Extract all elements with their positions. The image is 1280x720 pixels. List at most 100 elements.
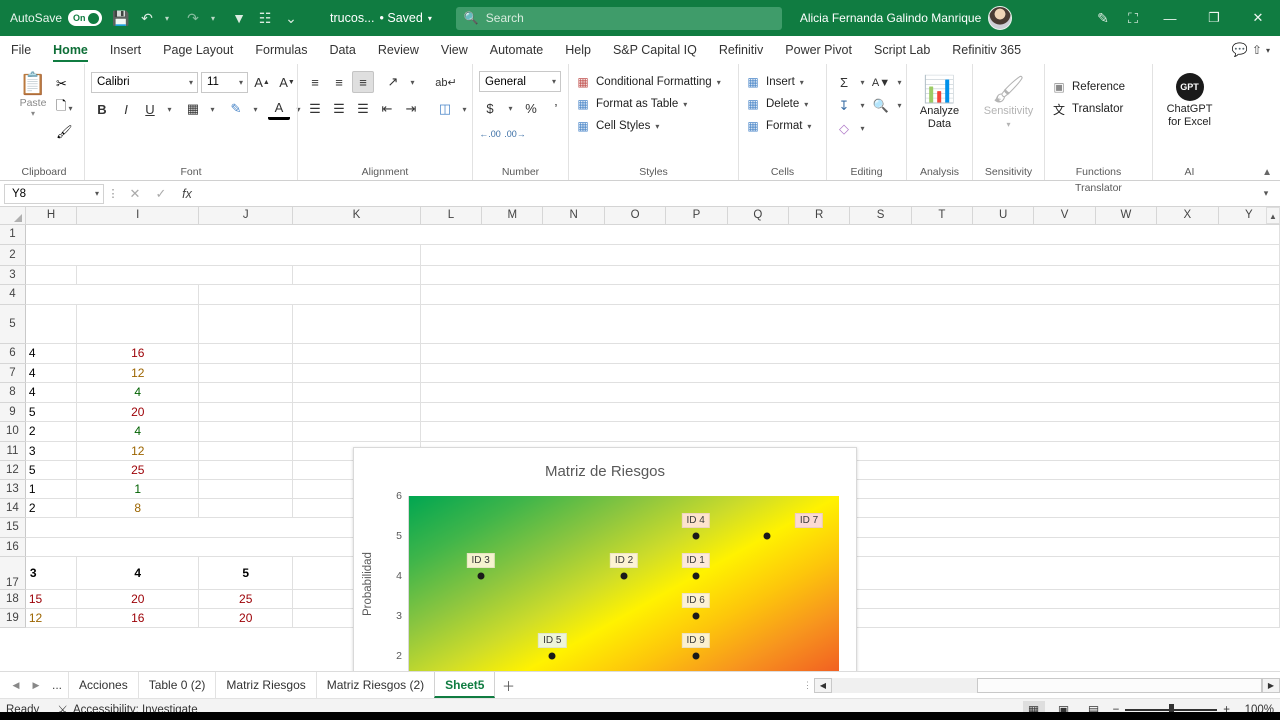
- tab-file[interactable]: File: [0, 36, 42, 64]
- cell-row6-rest[interactable]: [420, 343, 1279, 363]
- cell-J7[interactable]: [199, 363, 293, 382]
- align-middle-icon[interactable]: ≡: [328, 71, 350, 93]
- autosave-toggle[interactable]: On: [68, 10, 102, 26]
- column-header-S[interactable]: S: [850, 207, 911, 224]
- formula-bar-handle[interactable]: ⋮: [104, 187, 122, 200]
- borders-chevron-icon[interactable]: ▾: [206, 98, 219, 120]
- tab-view[interactable]: View: [430, 36, 479, 64]
- row-header-13[interactable]: 13: [0, 479, 25, 498]
- restore-button[interactable]: ❐: [1192, 0, 1236, 36]
- delete-cells-button[interactable]: ▦ Delete ▾: [745, 93, 808, 115]
- cell-I5[interactable]: Tipo de Riesgo (IxP): [77, 304, 199, 343]
- translator-button[interactable]: 文 Translator: [1051, 98, 1123, 120]
- cell-row5-rest[interactable]: [420, 304, 1279, 343]
- cell-H18[interactable]: 15: [25, 589, 76, 608]
- cell-J9[interactable]: [199, 402, 293, 421]
- column-header-O[interactable]: O: [604, 207, 665, 224]
- row-header-7[interactable]: 7: [0, 363, 25, 382]
- tab-insert[interactable]: Insert: [99, 36, 152, 64]
- sheet-overflow-button[interactable]: ...: [46, 678, 68, 692]
- row-header-18[interactable]: 18: [0, 589, 25, 608]
- row-header-8[interactable]: 8: [0, 382, 25, 402]
- name-box[interactable]: Y8 ▾: [4, 184, 104, 204]
- insert-function-icon[interactable]: fx: [174, 187, 200, 201]
- avatar[interactable]: [988, 6, 1012, 30]
- enter-formula-button[interactable]: ✓: [148, 186, 174, 202]
- cell-J4[interactable]: [199, 284, 420, 304]
- cell-I12[interactable]: 25: [77, 460, 199, 479]
- more-commands-icon[interactable]: ⌄: [278, 5, 304, 31]
- cell-H19[interactable]: 12: [25, 608, 76, 627]
- orientation-chevron-icon[interactable]: ▾: [406, 71, 419, 93]
- wrap-text-icon[interactable]: ab↵: [435, 71, 457, 93]
- row-header-17[interactable]: 17: [0, 556, 25, 589]
- increase-indent-icon[interactable]: ⇥: [400, 98, 422, 120]
- share-icon[interactable]: ⇧: [1252, 43, 1262, 57]
- currency-button[interactable]: $: [479, 97, 501, 119]
- cancel-formula-button[interactable]: ✕: [122, 186, 148, 202]
- cell-I10[interactable]: 4: [77, 421, 199, 441]
- column-header-P[interactable]: P: [666, 207, 727, 224]
- row-header-9[interactable]: 9: [0, 402, 25, 421]
- merge-center-icon[interactable]: ◫: [434, 98, 456, 120]
- tab-page-layout[interactable]: Page Layout: [152, 36, 244, 64]
- align-center-icon[interactable]: ☰: [328, 98, 350, 120]
- filter-icon[interactable]: ▼: [226, 5, 252, 31]
- increase-decimal-icon[interactable]: ←.00: [479, 123, 501, 145]
- cell-I13[interactable]: 1: [77, 479, 199, 498]
- cell-row3-rest[interactable]: [420, 265, 1279, 284]
- row-header-3[interactable]: 3: [0, 265, 25, 284]
- underline-chevron-icon[interactable]: ▾: [163, 98, 176, 120]
- merge-chevron-icon[interactable]: ▾: [458, 98, 471, 120]
- account-button[interactable]: Alicia Fernanda Galindo Manrique: [800, 6, 1012, 30]
- cell-I18[interactable]: 20: [77, 589, 199, 608]
- tab-power-pivot[interactable]: Power Pivot: [774, 36, 863, 64]
- cell-H14[interactable]: 2: [25, 498, 76, 517]
- tab-review[interactable]: Review: [367, 36, 430, 64]
- find-select-icon[interactable]: 🔍: [870, 95, 892, 117]
- cell-K7[interactable]: [293, 363, 421, 382]
- sheet-tab-sheet5[interactable]: Sheet5: [434, 672, 495, 698]
- cell-K8[interactable]: [293, 382, 421, 402]
- scroll-left-button[interactable]: ◀: [814, 678, 832, 693]
- tab-data[interactable]: Data: [318, 36, 366, 64]
- cell-J10[interactable]: [199, 421, 293, 441]
- align-right-icon[interactable]: ☰: [352, 98, 374, 120]
- cell-row4-rest[interactable]: [420, 284, 1279, 304]
- percent-button[interactable]: %: [520, 97, 542, 119]
- fill-color-chevron-icon[interactable]: ▾: [249, 98, 262, 120]
- cell-H6[interactable]: 4: [25, 343, 76, 363]
- save-icon[interactable]: 💾: [108, 5, 134, 31]
- cell-J12[interactable]: [199, 460, 293, 479]
- cell-K3[interactable]: [293, 265, 421, 284]
- fill-down-icon[interactable]: ↧: [833, 95, 855, 117]
- conditional-formatting-button[interactable]: ▦ Conditional Formatting ▾: [575, 71, 721, 93]
- tab-refinitiv[interactable]: Refinitiv: [708, 36, 774, 64]
- row-header-10[interactable]: 10: [0, 421, 25, 441]
- file-menu-chevron-icon[interactable]: ▾: [428, 14, 432, 23]
- chart-point-id2[interactable]: [621, 573, 628, 580]
- column-header-R[interactable]: R: [788, 207, 849, 224]
- tab-automate[interactable]: Automate: [479, 36, 555, 64]
- decrease-font-size-button[interactable]: A▼: [276, 71, 298, 93]
- chart-point-id4[interactable]: [692, 533, 699, 540]
- tab-refinitiv-365[interactable]: Refinitiv 365: [941, 36, 1032, 64]
- undo-dropdown-icon[interactable]: ▾: [154, 5, 180, 31]
- fill-color-icon[interactable]: ✎: [225, 98, 247, 120]
- column-header-L[interactable]: L: [420, 207, 481, 224]
- column-header-J[interactable]: J: [199, 207, 293, 224]
- add-sheet-button[interactable]: ＋: [495, 676, 521, 695]
- column-header-N[interactable]: N: [543, 207, 604, 224]
- cell-J5[interactable]: Control: [199, 304, 293, 343]
- cell-I8[interactable]: 4: [77, 382, 199, 402]
- cell-J17[interactable]: 5: [199, 556, 293, 589]
- cell-I17[interactable]: 4: [77, 556, 199, 589]
- analyze-data-button[interactable]: 📊 Analyze Data: [913, 71, 966, 131]
- chart-point-id1[interactable]: [692, 573, 699, 580]
- horizontal-scroll-thumb[interactable]: [977, 678, 1262, 693]
- comment-icon[interactable]: 💬: [1232, 42, 1248, 58]
- scroll-grip-icon[interactable]: ⋮: [800, 680, 814, 691]
- redo-dropdown-icon[interactable]: ▾: [200, 5, 226, 31]
- row-header-14[interactable]: 14: [0, 498, 25, 517]
- cut-button[interactable]: ✂: [56, 73, 73, 95]
